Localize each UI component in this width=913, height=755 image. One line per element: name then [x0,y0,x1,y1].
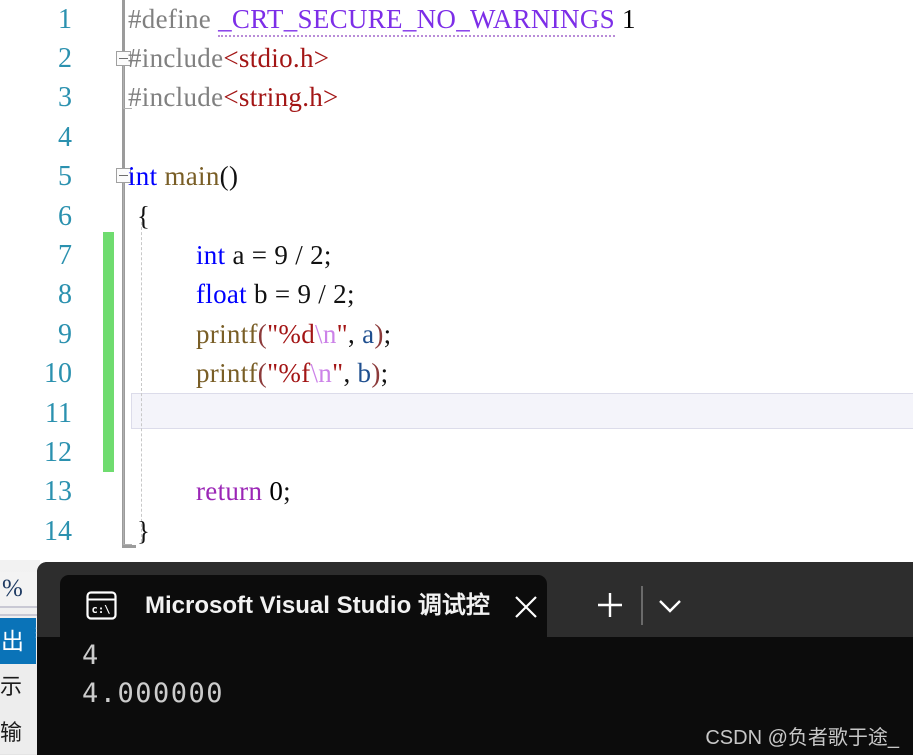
close-icon[interactable] [510,591,542,623]
code-line-content: int main() [128,157,238,196]
token-paren-open: ( [257,358,268,388]
line-number: 6 [58,201,72,232]
terminal-tab-title: Microsoft Visual Studio 调试控 [145,592,490,619]
code-line-2[interactable]: 2 #include<stdio.h> [0,39,913,78]
token-string-quote: " [332,358,344,388]
code-line-12[interactable]: 12 [0,433,913,472]
line-number: 1 [58,4,72,35]
code-line-content: #include<string.h> [128,78,339,117]
command-prompt-icon: c:\ [86,591,117,620]
token-brace-open: { [137,201,151,231]
code-line-11[interactable]: 11 [0,394,913,433]
token-macro-name: _CRT_SECURE_NO_WARNINGS [218,4,615,37]
code-line-14[interactable]: 14 } [0,512,913,551]
panel-divider [0,606,40,608]
line-number: 2 [58,43,72,74]
token-paren-close: ) [371,358,381,388]
new-tab-icon[interactable] [590,585,630,625]
code-line-10[interactable]: 10 printf("%f\n", b); [0,354,913,393]
screenshot-root: 1 #define _CRT_SECURE_NO_WARNINGS 1 2 #i… [0,0,913,755]
token-header-string: <string.h> [223,82,339,112]
svg-text:c:\: c:\ [92,604,111,616]
token-function-printf: printf [196,319,258,349]
token-semicolon: ; [283,476,291,506]
token-define: #define [128,4,212,34]
line-number: 12 [44,437,72,468]
code-line-1[interactable]: 1 #define _CRT_SECURE_NO_WARNINGS 1 [0,0,913,39]
token-keyword-float: float [196,279,247,309]
token-string-format-f: "%f [267,358,311,388]
terminal-window[interactable]: c:\ Microsoft Visual Studio 调试控 4 4.0000… [37,562,913,755]
code-line-7[interactable]: 7 int a = 9 / 2; [0,236,913,275]
token-parens: () [219,161,239,191]
token-include: #include [128,43,224,73]
code-line-8[interactable]: 8 float b = 9 / 2; [0,275,913,314]
token-macro-value: 1 [622,4,636,34]
code-line-content: return 0; [196,472,291,511]
line-number: 13 [44,476,72,507]
token-brace-close: } [137,516,151,546]
token-escape-newline: \n [310,358,333,388]
panel-divider [0,614,40,616]
token-variable-a: a [362,319,375,349]
line-number: 11 [45,398,72,429]
code-line-4[interactable]: 4 [0,118,913,157]
code-editor[interactable]: 1 #define _CRT_SECURE_NO_WARNINGS 1 2 #i… [0,0,913,560]
token-function-main: main [164,161,220,191]
line-number: 14 [44,516,72,547]
code-line-5[interactable]: 5 int main() [0,157,913,196]
left-panel-fragment: % 出 ⋮ 示输 [0,560,40,755]
code-line-content: printf("%f\n", b); [196,354,388,393]
code-line-content: } [137,512,150,551]
token-string-quote: " [336,319,348,349]
csdn-watermark: CSDN @负者歌于途_ [705,727,899,749]
token-keyword-int: int [196,240,226,270]
token-string-format-d: "%d [267,319,316,349]
token-comma: , [347,319,363,349]
code-line-content: #define _CRT_SECURE_NO_WARNINGS 1 [128,0,636,39]
output-source-label: 示输 [0,664,40,754]
token-paren-close: ) [374,319,384,349]
code-line-content: { [137,197,150,236]
line-number: 9 [58,319,72,350]
token-keyword-int: int [128,161,158,191]
code-line-content: #include<stdio.h> [128,39,329,78]
token-variable-b: b [357,358,372,388]
token-function-printf: printf [196,358,258,388]
code-line-13[interactable]: 13 return 0; [0,472,913,511]
token-semicolon: ; [383,319,392,349]
code-line-3[interactable]: 3 #include<string.h> [0,78,913,117]
chevron-down-icon[interactable] [650,585,690,625]
code-line-content: printf("%d\n", a); [196,315,391,354]
line-number: 8 [58,279,72,310]
toolbar-divider [641,586,643,625]
terminal-output[interactable]: 4 4.000000 CSDN @负者歌于途_ [37,637,913,755]
code-line-content: int a = 9 / 2; [196,236,332,275]
token-number-zero: 0 [269,476,284,506]
terminal-titlebar[interactable]: c:\ Microsoft Visual Studio 调试控 [37,562,913,637]
line-number: 5 [58,161,72,192]
terminal-output-line: 4.000000 [82,678,225,709]
code-line-9[interactable]: 9 printf("%d\n", a); [0,315,913,354]
token-include: #include [128,82,224,112]
token-decl-a: a = 9 / 2; [225,240,332,270]
zoom-level-label[interactable]: % [0,572,40,606]
token-semicolon: ; [380,358,389,388]
terminal-tab[interactable]: c:\ Microsoft Visual Studio 调试控 [60,575,547,637]
code-line-content: float b = 9 / 2; [196,275,355,314]
line-number: 3 [58,82,72,113]
line-number: 10 [44,358,72,389]
token-paren-open: ( [257,319,268,349]
line-number: 7 [58,240,72,271]
token-comma: , [343,358,358,388]
token-decl-b: b = 9 / 2; [246,279,355,309]
token-escape-newline: \n [315,319,337,349]
code-line-6[interactable]: 6 { [0,197,913,236]
token-keyword-return: return [196,476,263,506]
terminal-output-line: 4 [82,640,100,671]
line-number: 4 [58,122,72,153]
token-header-stdio: <stdio.h> [223,43,330,73]
